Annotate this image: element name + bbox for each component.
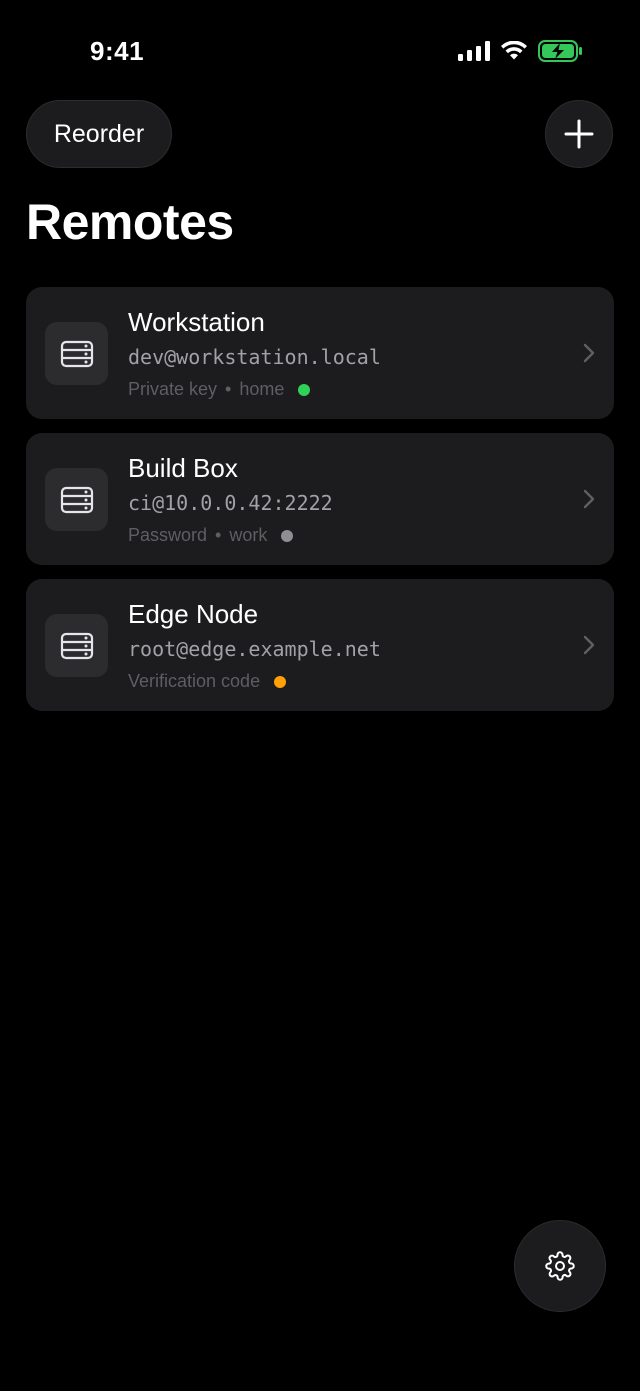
status-dot [298, 383, 311, 396]
chevron-right-icon [583, 489, 595, 509]
status-bar: 9:41 [0, 0, 640, 100]
remote-name: Build Box [128, 453, 238, 483]
server-icon [60, 486, 93, 513]
server-icon [60, 340, 93, 367]
remote-group: work [229, 525, 268, 545]
remote-auth: Private key [128, 379, 218, 399]
server-icon-tile [45, 322, 108, 385]
server-icon [60, 632, 93, 659]
chevron-right-icon [583, 635, 595, 655]
remote-address: root@edge.example.net [128, 637, 381, 661]
remote-auth: Verification code [128, 671, 261, 691]
wifi-icon [501, 41, 527, 60]
add-remote-button[interactable] [545, 100, 613, 168]
status-dot [281, 529, 294, 542]
meta-separator: • [225, 379, 232, 399]
settings-button[interactable] [514, 1220, 606, 1312]
page-title: Remotes [26, 194, 234, 250]
remote-address: dev@workstation.local [128, 345, 381, 369]
remote-name: Edge Node [128, 599, 259, 629]
remote-name: Workstation [128, 307, 265, 337]
status-icons [458, 40, 584, 62]
battery-charging-icon [538, 40, 582, 62]
remote-card-edge-node[interactable]: Edge Node root@edge.example.net Verifica… [26, 579, 614, 711]
remote-meta: Verification code [128, 671, 287, 692]
chevron-right-icon [583, 343, 595, 363]
remote-group: home [239, 379, 285, 399]
gear-icon [545, 1251, 575, 1281]
remote-address: ci@10.0.0.42:2222 [128, 491, 333, 515]
cellular-signal-icon [458, 41, 490, 61]
remote-meta: Private key • home [128, 379, 311, 400]
remote-card-workstation[interactable]: Workstation dev@workstation.local Privat… [26, 287, 614, 419]
remote-card-build-box[interactable]: Build Box ci@10.0.0.42:2222 Password • w… [26, 433, 614, 565]
remote-auth: Password [128, 525, 208, 545]
server-icon-tile [45, 468, 108, 531]
status-time: 9:41 [90, 36, 145, 66]
meta-separator: • [215, 525, 222, 545]
plus-icon [564, 119, 594, 149]
remote-meta: Password • work [128, 525, 294, 546]
reorder-button[interactable]: Reorder [26, 100, 172, 168]
status-dot [274, 675, 287, 688]
server-icon-tile [45, 614, 108, 677]
remote-list: Workstation dev@workstation.local Privat… [26, 287, 614, 711]
